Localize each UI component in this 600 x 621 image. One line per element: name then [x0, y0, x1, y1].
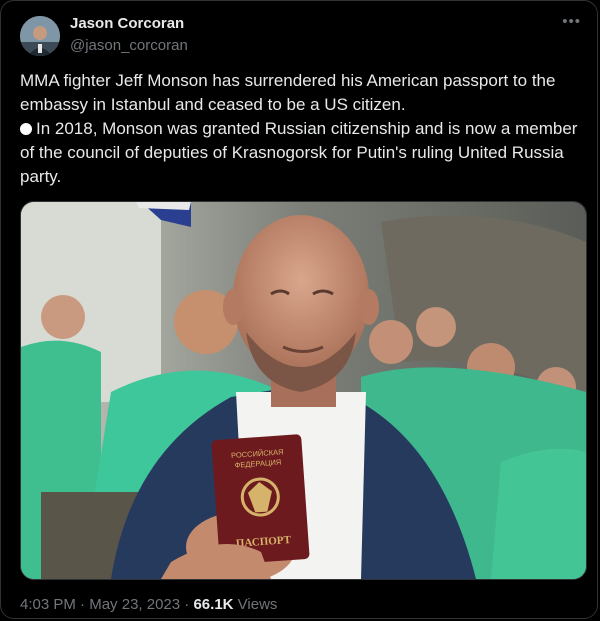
tweet-date[interactable]: May 23, 2023	[89, 596, 180, 613]
tweet-paragraph-2-text: In 2018, Monson was granted Russian citi…	[20, 119, 578, 186]
views-count: 66.1K	[193, 596, 234, 613]
tweet-meta: 4:03 PM · May 23, 2023 · 66.1K Views	[20, 596, 277, 613]
avatar-image	[20, 16, 60, 56]
author-name[interactable]: Jason Corcoran	[70, 15, 184, 32]
bullet-circle-icon	[20, 123, 32, 135]
tweet-paragraph-1: MMA fighter Jeff Monson has surrendered …	[20, 71, 556, 114]
tweet-paragraph-2: In 2018, Monson was granted Russian citi…	[20, 117, 585, 189]
tweet-text: MMA fighter Jeff Monson has surrendered …	[20, 69, 585, 189]
author-handle[interactable]: @jason_corcoran	[70, 37, 188, 54]
meta-separator: ·	[184, 596, 190, 613]
tweet-card: Jason Corcoran @jason_corcoran ••• MMA f…	[0, 0, 598, 619]
photo-illustration: РОССИЙСКАЯ ФЕДЕРАЦИЯ ПАСПОРТ	[21, 202, 586, 579]
views-label: Views	[237, 596, 278, 613]
avatar[interactable]	[20, 16, 60, 56]
more-horizontal-icon[interactable]: •••	[562, 13, 581, 30]
tweet-time[interactable]: 4:03 PM	[20, 596, 76, 613]
meta-separator: ·	[80, 596, 86, 613]
tweet-photo[interactable]: РОССИЙСКАЯ ФЕДЕРАЦИЯ ПАСПОРТ	[20, 201, 587, 580]
